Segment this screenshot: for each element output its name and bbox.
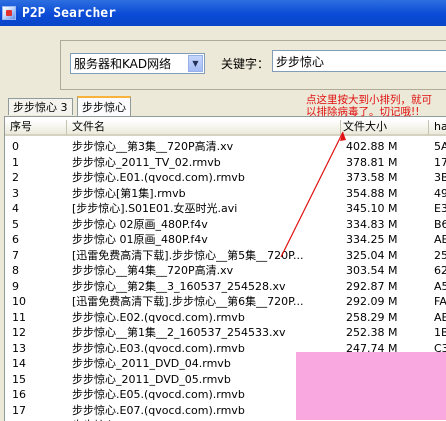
table-row[interactable]: 5 步步惊心 02原画_480P.f4v 334.83 M B6: [5, 217, 446, 233]
row-index: 10: [12, 295, 26, 308]
row-filename: 步步惊心 02原画_480P.f4v: [72, 217, 208, 231]
row-index: 14: [12, 357, 26, 370]
pink-overlay-block: [296, 352, 446, 420]
row-filesize: 334.83 M: [346, 217, 398, 231]
network-select-value: 服务器和KAD网络: [74, 57, 172, 71]
row-filename: 步步惊心[第1集].rmvb: [72, 186, 186, 200]
row-filename: 步步惊心__第2集__3_160537_254528.xv: [72, 279, 286, 293]
row-filesize: 334.25 M: [346, 233, 398, 246]
table-row[interactable]: 8 步步惊心__第4集__720P高清.xv 303.54 M 62: [5, 263, 446, 279]
network-select[interactable]: 服务器和KAD网络 ▼: [70, 53, 205, 74]
row-filename: 步步惊心 01原画_480P.f4v: [72, 233, 208, 246]
table-row[interactable]: 6 步步惊心 01原画_480P.f4v 334.25 M AE: [5, 232, 446, 248]
annotation-note: 点这里按大到小排列，就可以排除病毒了。切记哦!!: [306, 94, 432, 118]
table-row[interactable]: 9 步步惊心__第2集__3_160537_254528.xv 292.87 M A5: [5, 279, 446, 295]
column-header-filename[interactable]: 文件名: [67, 120, 341, 136]
chevron-down-icon[interactable]: ▼: [188, 55, 203, 72]
column-header-filesize[interactable]: 文件大小: [341, 120, 429, 136]
row-hash: 49: [434, 186, 446, 200]
row-hash: 25: [434, 248, 446, 262]
row-filename: 步步惊心_2011_TV_02.rmvb: [72, 155, 221, 169]
table-row[interactable]: 0 步步惊心__第3集__720P高清.xv 402.88 M 5A: [5, 139, 446, 155]
row-index: 1: [12, 155, 19, 169]
row-hash: AE: [434, 310, 446, 324]
row-filesize: 292.87 M: [346, 279, 398, 293]
row-index: 16: [12, 388, 26, 401]
row-filename: [迅雷免费高清下载].步步惊心__第5集__720P...: [72, 248, 304, 262]
row-hash: 17: [434, 155, 446, 169]
row-hash: AE: [434, 233, 446, 246]
table-row[interactable]: 3 步步惊心[第1集].rmvb 354.88 M 49: [5, 186, 446, 202]
row-index: 4: [12, 202, 19, 215]
row-index: 13: [12, 341, 26, 355]
tab-label: 步步惊心: [82, 101, 126, 114]
row-filename: 步步惊心.E01.(qvocd.com).rmvb: [72, 171, 245, 184]
table-row[interactable]: 7 [迅雷免费高清下载].步步惊心__第5集__720P... 325.04 M 25: [5, 248, 446, 264]
row-filesize: 292.09 M: [346, 295, 398, 308]
row-index: 9: [12, 279, 19, 293]
row-filename: 步步惊心.E02.(qvocd.com).rmvb: [72, 310, 245, 324]
column-header-index[interactable]: 序号: [5, 120, 67, 136]
title-bar[interactable]: P2P Searcher: [0, 0, 446, 26]
tab-label: 步步惊心 3: [13, 101, 68, 114]
row-index: 17: [12, 403, 26, 417]
row-index: 15: [12, 372, 26, 386]
app-icon: [2, 6, 16, 20]
row-index: 3: [12, 186, 19, 200]
row-filesize: 252.38 M: [346, 326, 398, 339]
row-filename: [步步惊心].S01E01.女巫时光.avi: [72, 202, 238, 215]
row-hash: 5A: [434, 140, 446, 153]
row-filesize: 325.04 M: [346, 248, 398, 262]
row-filesize: 378.81 M: [346, 155, 398, 169]
row-filename: 步步惊心__第4集__720P高清.xv: [72, 264, 234, 277]
row-hash: B6: [434, 217, 446, 231]
tab-search-current[interactable]: 步步惊心: [77, 96, 131, 116]
row-index: 2: [12, 171, 19, 184]
row-index: 12: [12, 326, 26, 339]
keyword-label: 关键字：: [221, 57, 270, 71]
row-hash: 3B: [434, 171, 446, 184]
keyword-input[interactable]: 步步惊心: [272, 50, 446, 72]
row-filename: 步步惊心__第3集__720P高清.xv: [72, 140, 234, 153]
table-row[interactable]: 11 步步惊心.E02.(qvocd.com).rmvb 258.29 M AE: [5, 310, 446, 326]
row-hash: 62: [434, 264, 446, 277]
row-filesize: 258.29 M: [346, 310, 398, 324]
table-row[interactable]: 12 步步惊心__第1集__2_160537_254533.xv 252.38 M 1…: [5, 325, 446, 341]
row-index: 8: [12, 264, 19, 277]
list-header: 序号 文件名 文件大小 ha: [5, 120, 446, 136]
tab-search-3[interactable]: 步步惊心 3: [8, 98, 73, 115]
row-filesize: 345.10 M: [346, 202, 398, 215]
row-index: 6: [12, 233, 19, 246]
row-hash: 1B: [434, 326, 446, 339]
table-row[interactable]: 4 [步步惊心].S01E01.女巫时光.avi 345.10 M E3: [5, 201, 446, 217]
keyword-input-value: 步步惊心: [276, 54, 325, 69]
row-filesize: 354.88 M: [346, 186, 398, 200]
row-index: 5: [12, 217, 19, 231]
row-hash: E3: [434, 202, 446, 215]
table-row[interactable]: 2 步步惊心.E01.(qvocd.com).rmvb 373.58 M 3B: [5, 170, 446, 186]
row-filename: 步步惊心__第1集__2_160537_254533.xv: [72, 326, 286, 339]
column-header-hash[interactable]: ha: [429, 120, 446, 136]
table-row[interactable]: 1 步步惊心_2011_TV_02.rmvb 378.81 M 17: [5, 155, 446, 171]
row-filesize: 402.88 M: [346, 140, 398, 153]
row-filesize: 303.54 M: [346, 264, 398, 277]
window-title: P2P Searcher: [22, 5, 116, 21]
row-hash: FA: [434, 295, 446, 308]
row-index: 0: [12, 140, 19, 153]
row-index: 11: [12, 310, 26, 324]
row-filename: [迅雷免费高清下载].步步惊心__第6集__720P...: [72, 295, 304, 308]
row-hash: A5: [434, 279, 446, 293]
row-index: 7: [12, 248, 19, 262]
row-filesize: 373.58 M: [346, 171, 398, 184]
table-row[interactable]: 10 [迅雷免费高清下载].步步惊心__第6集__720P... 292.09 M F…: [5, 294, 446, 310]
